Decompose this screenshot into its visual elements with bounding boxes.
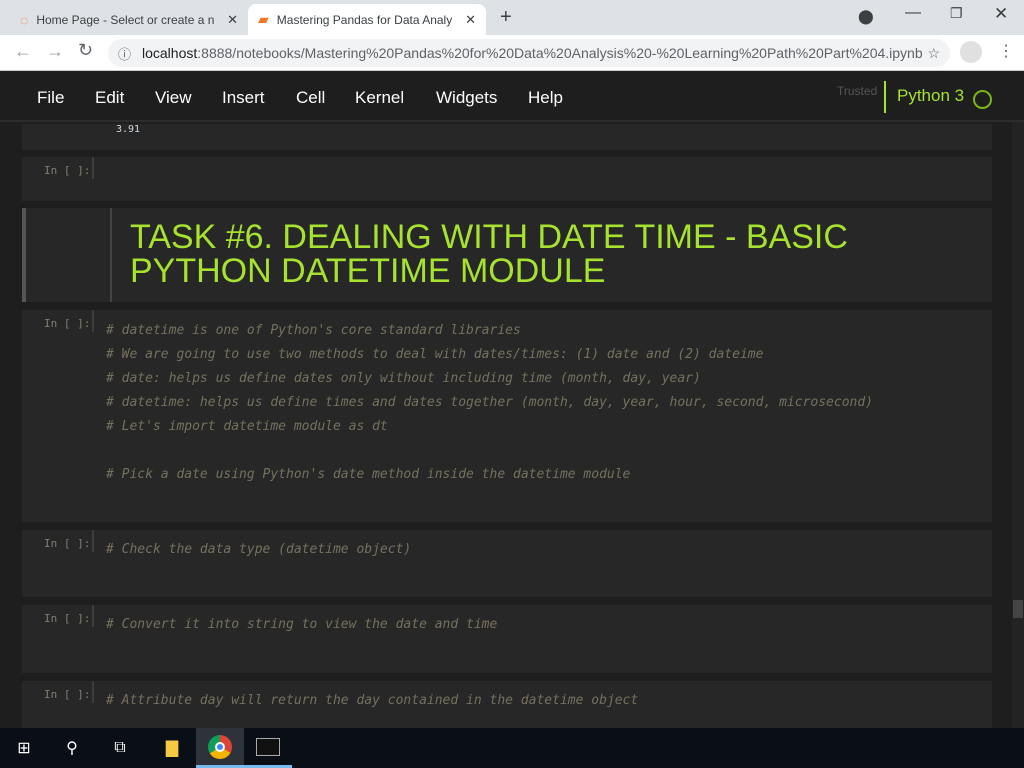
back-icon[interactable]: ← <box>14 41 32 62</box>
output-text: 3.91 <box>116 124 141 135</box>
search-icon[interactable]: ⚲ <box>48 728 96 768</box>
menu-widgets[interactable]: Widgets <box>436 88 497 108</box>
menu-edit[interactable]: Edit <box>95 88 124 108</box>
jupyter-icon: ◌ <box>20 11 29 28</box>
code-cell[interactable]: In [ ]: # datetime is one of Python's co… <box>22 310 992 522</box>
code-cell[interactable]: In [ ]: # Attribute day will return the … <box>22 681 992 728</box>
menu-kebab-icon[interactable]: ⋮ <box>998 41 1014 61</box>
url-input[interactable]: ⓘ localhost:8888/notebooks/Mastering%20P… <box>108 39 950 67</box>
windows-start-icon[interactable]: ⊞ <box>0 728 48 768</box>
markdown-cell[interactable]: TASK #6. DEALING WITH DATE TIME - BASIC P… <box>22 208 992 302</box>
code-text[interactable]: # Convert it into string to view the dat… <box>106 613 497 637</box>
reload-icon[interactable]: ↻ <box>78 40 93 61</box>
menu-kernel[interactable]: Kernel <box>355 88 404 108</box>
code-text[interactable]: # Check the data type (datetime object) <box>106 538 411 562</box>
input-prompt: In [ ]: <box>44 317 91 330</box>
prompt-divider <box>110 208 112 302</box>
bookmark-star-icon[interactable]: ☆ <box>927 45 940 62</box>
tab-bar: ◌ Home Page - Select or create a n ✕ ▰ M… <box>0 0 1024 35</box>
forward-icon[interactable]: → <box>46 41 64 62</box>
minimize-button[interactable]: — <box>905 4 921 22</box>
restore-button[interactable]: ❐ <box>950 5 963 22</box>
close-icon[interactable]: ✕ <box>465 12 476 28</box>
profile-avatar[interactable] <box>960 41 982 63</box>
tab-title: Home Page - Select or create a n <box>36 12 215 27</box>
url-path: :8888/notebooks/Mastering%20Pandas%20for… <box>197 45 923 61</box>
scrollbar-thumb[interactable] <box>1013 600 1023 618</box>
menu-file[interactable]: File <box>37 88 64 108</box>
url-host: localhost <box>142 45 198 61</box>
output-cell[interactable]: 3.91 <box>22 124 992 150</box>
task-view-icon[interactable]: ⧉ <box>96 728 144 768</box>
input-prompt: In [ ]: <box>44 612 91 625</box>
code-text[interactable]: # datetime is one of Python's core stand… <box>106 319 873 487</box>
file-explorer-icon[interactable]: ▇ <box>148 728 196 768</box>
divider <box>884 81 886 113</box>
input-prompt: In [ ]: <box>44 537 91 550</box>
address-bar: ← → ↻ ⓘ localhost:8888/notebooks/Masteri… <box>0 35 1024 71</box>
code-cell[interactable]: In [ ]: # Convert it into string to view… <box>22 605 992 673</box>
input-prompt: In [ ]: <box>44 688 91 701</box>
code-text[interactable]: # Attribute day will return the day cont… <box>106 689 638 713</box>
new-tab-button[interactable]: + <box>500 6 512 29</box>
menu-insert[interactable]: Insert <box>222 88 265 108</box>
menu-view[interactable]: View <box>155 88 192 108</box>
info-icon: ⓘ <box>118 46 132 62</box>
close-window-button[interactable]: ✕ <box>994 4 1008 24</box>
prompt-divider <box>92 681 94 703</box>
scrollbar[interactable] <box>1012 122 1024 728</box>
prompt-divider <box>92 530 94 552</box>
menu-help[interactable]: Help <box>528 88 563 108</box>
kernel-name[interactable]: Python 3 <box>897 86 964 106</box>
tab-title: Mastering Pandas for Data Analy <box>276 12 453 27</box>
prompt-divider <box>92 157 94 179</box>
kernel-idle-icon <box>973 90 992 109</box>
tab-notebook[interactable]: ▰ Mastering Pandas for Data Analy ✕ <box>248 4 486 35</box>
code-cell[interactable]: In [ ]: # Check the data type (datetime … <box>22 530 992 597</box>
terminal-icon[interactable] <box>244 728 292 768</box>
chrome-icon[interactable] <box>196 728 244 768</box>
trusted-indicator[interactable]: Trusted <box>837 84 877 98</box>
input-prompt: In [ ]: <box>44 164 91 177</box>
notebook-icon: ▰ <box>258 11 269 27</box>
prompt-divider <box>92 310 94 332</box>
menu-cell[interactable]: Cell <box>296 88 325 108</box>
heading: TASK #6. DEALING WITH DATE TIME - BASIC P… <box>130 218 848 290</box>
tab-search-icon[interactable]: ⬤ <box>858 8 874 25</box>
code-cell[interactable]: In [ ]: <box>22 157 992 201</box>
taskbar: ⊞ ⚲ ⧉ ▇ <box>0 728 1024 768</box>
tab-home[interactable]: ◌ Home Page - Select or create a n ✕ <box>10 4 248 35</box>
close-icon[interactable]: ✕ <box>227 12 238 28</box>
prompt-divider <box>92 605 94 627</box>
notebook-menubar: File Edit View Insert Cell Kernel Widget… <box>0 71 1024 122</box>
